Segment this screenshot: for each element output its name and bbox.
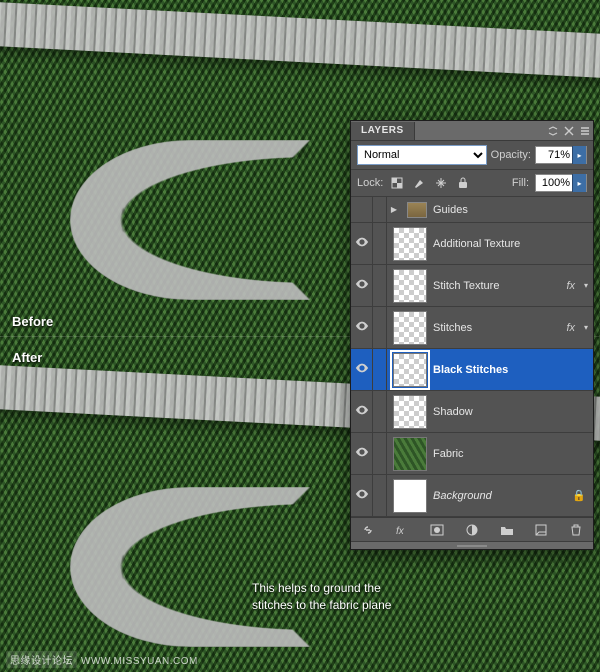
trash-icon[interactable] bbox=[566, 520, 586, 540]
eye-icon bbox=[355, 277, 369, 294]
layer-name[interactable]: Fabric bbox=[433, 448, 593, 460]
layer-black-stitches[interactable]: Black Stitches bbox=[351, 349, 593, 391]
panel-resize-grip[interactable] bbox=[351, 541, 593, 549]
layer-name[interactable]: Shadow bbox=[433, 406, 593, 418]
adjustment-layer-icon[interactable] bbox=[462, 520, 482, 540]
watermark: 思缘设计论坛WWW.MISSYUAN.COM bbox=[6, 651, 198, 668]
before-label: Before bbox=[12, 314, 53, 329]
layer-name[interactable]: Background bbox=[433, 490, 571, 502]
layer-name[interactable]: Additional Texture bbox=[433, 238, 593, 250]
stitch-curl bbox=[70, 140, 310, 300]
layer-thumbnail[interactable] bbox=[393, 395, 427, 429]
layer-thumbnail[interactable] bbox=[393, 227, 427, 261]
layer-group-guides[interactable]: ▶ Guides bbox=[351, 197, 593, 223]
panel-menu-icon[interactable] bbox=[577, 123, 593, 139]
lock-icon: 🔒 bbox=[571, 489, 587, 502]
layer-thumbnail[interactable] bbox=[393, 353, 427, 387]
visibility-toggle[interactable] bbox=[351, 223, 373, 264]
layer-shadow[interactable]: Shadow bbox=[351, 391, 593, 433]
layer-additional-texture[interactable]: Additional Texture bbox=[351, 223, 593, 265]
new-layer-icon[interactable] bbox=[531, 520, 551, 540]
layer-list: ▶ Guides Additional Texture Stitch Textu… bbox=[351, 197, 593, 517]
layer-thumbnail[interactable] bbox=[393, 437, 427, 471]
opacity-field[interactable]: ▸ bbox=[535, 146, 587, 164]
layer-thumbnail[interactable] bbox=[393, 269, 427, 303]
layer-fabric[interactable]: Fabric bbox=[351, 433, 593, 475]
visibility-toggle[interactable] bbox=[351, 265, 373, 306]
svg-text:fx: fx bbox=[396, 526, 405, 537]
visibility-toggle[interactable] bbox=[351, 391, 373, 432]
link-layers-icon[interactable] bbox=[358, 520, 378, 540]
layer-thumbnail[interactable] bbox=[393, 311, 427, 345]
eye-icon bbox=[355, 445, 369, 462]
new-group-icon[interactable] bbox=[497, 520, 517, 540]
lock-fill-row: Lock: Fill: ▸ bbox=[351, 170, 593, 197]
eye-icon bbox=[355, 235, 369, 252]
visibility-toggle[interactable] bbox=[351, 197, 373, 222]
eye-icon bbox=[355, 487, 369, 504]
stitch-curl bbox=[70, 487, 310, 647]
fx-menu-icon[interactable]: fx bbox=[393, 520, 413, 540]
folder-icon bbox=[407, 202, 427, 218]
lock-paint-icon[interactable] bbox=[411, 175, 427, 191]
stitch-band bbox=[0, 0, 600, 80]
fx-badge[interactable]: fx bbox=[566, 322, 575, 334]
eye-icon bbox=[355, 361, 369, 378]
layer-name[interactable]: Black Stitches bbox=[433, 364, 593, 376]
fx-disclose-icon[interactable]: ▾ bbox=[579, 281, 593, 290]
panel-titlebar: LAYERS bbox=[351, 121, 593, 141]
layer-name[interactable]: Stitches bbox=[433, 322, 566, 334]
blend-opacity-row: Normal Opacity: ▸ bbox=[351, 141, 593, 170]
fx-badge[interactable]: fx bbox=[566, 280, 575, 292]
layer-thumbnail[interactable] bbox=[393, 479, 427, 513]
lock-all-icon[interactable] bbox=[455, 175, 471, 191]
layer-mask-icon[interactable] bbox=[427, 520, 447, 540]
lock-transparent-icon[interactable] bbox=[389, 175, 405, 191]
blend-mode-select[interactable]: Normal bbox=[357, 145, 487, 165]
layer-name[interactable]: Stitch Texture bbox=[433, 280, 566, 292]
eye-icon bbox=[355, 403, 369, 420]
panel-tab-layers[interactable]: LAYERS bbox=[351, 122, 415, 140]
panel-footer: fx bbox=[351, 517, 593, 541]
fill-field[interactable]: ▸ bbox=[535, 174, 587, 192]
collapse-arrows-icon[interactable] bbox=[545, 123, 561, 139]
fx-disclose-icon[interactable]: ▾ bbox=[579, 323, 593, 332]
eye-icon bbox=[355, 319, 369, 336]
disclosure-right-icon[interactable]: ▶ bbox=[389, 205, 399, 214]
layer-stitches[interactable]: Stitches fx ▾ bbox=[351, 307, 593, 349]
visibility-toggle[interactable] bbox=[351, 433, 373, 474]
lock-label: Lock: bbox=[357, 177, 383, 189]
layer-background[interactable]: Background 🔒 bbox=[351, 475, 593, 517]
lock-position-icon[interactable] bbox=[433, 175, 449, 191]
after-label: After bbox=[12, 350, 42, 365]
layers-panel: LAYERS Normal Opacity: ▸ Lock: Fill: ▸ bbox=[350, 120, 594, 550]
caption-text: This helps to ground the stitches to the… bbox=[252, 580, 391, 614]
close-icon[interactable] bbox=[561, 123, 577, 139]
fill-label: Fill: bbox=[512, 177, 529, 189]
visibility-toggle[interactable] bbox=[351, 475, 373, 516]
visibility-toggle[interactable] bbox=[351, 349, 373, 390]
fill-flyout-icon[interactable]: ▸ bbox=[572, 174, 586, 192]
visibility-toggle[interactable] bbox=[351, 307, 373, 348]
layer-stitch-texture[interactable]: Stitch Texture fx ▾ bbox=[351, 265, 593, 307]
fill-input[interactable] bbox=[536, 177, 572, 189]
opacity-flyout-icon[interactable]: ▸ bbox=[572, 146, 586, 164]
layer-name[interactable]: Guides bbox=[433, 204, 593, 216]
opacity-input[interactable] bbox=[536, 149, 572, 161]
opacity-label: Opacity: bbox=[491, 149, 531, 161]
